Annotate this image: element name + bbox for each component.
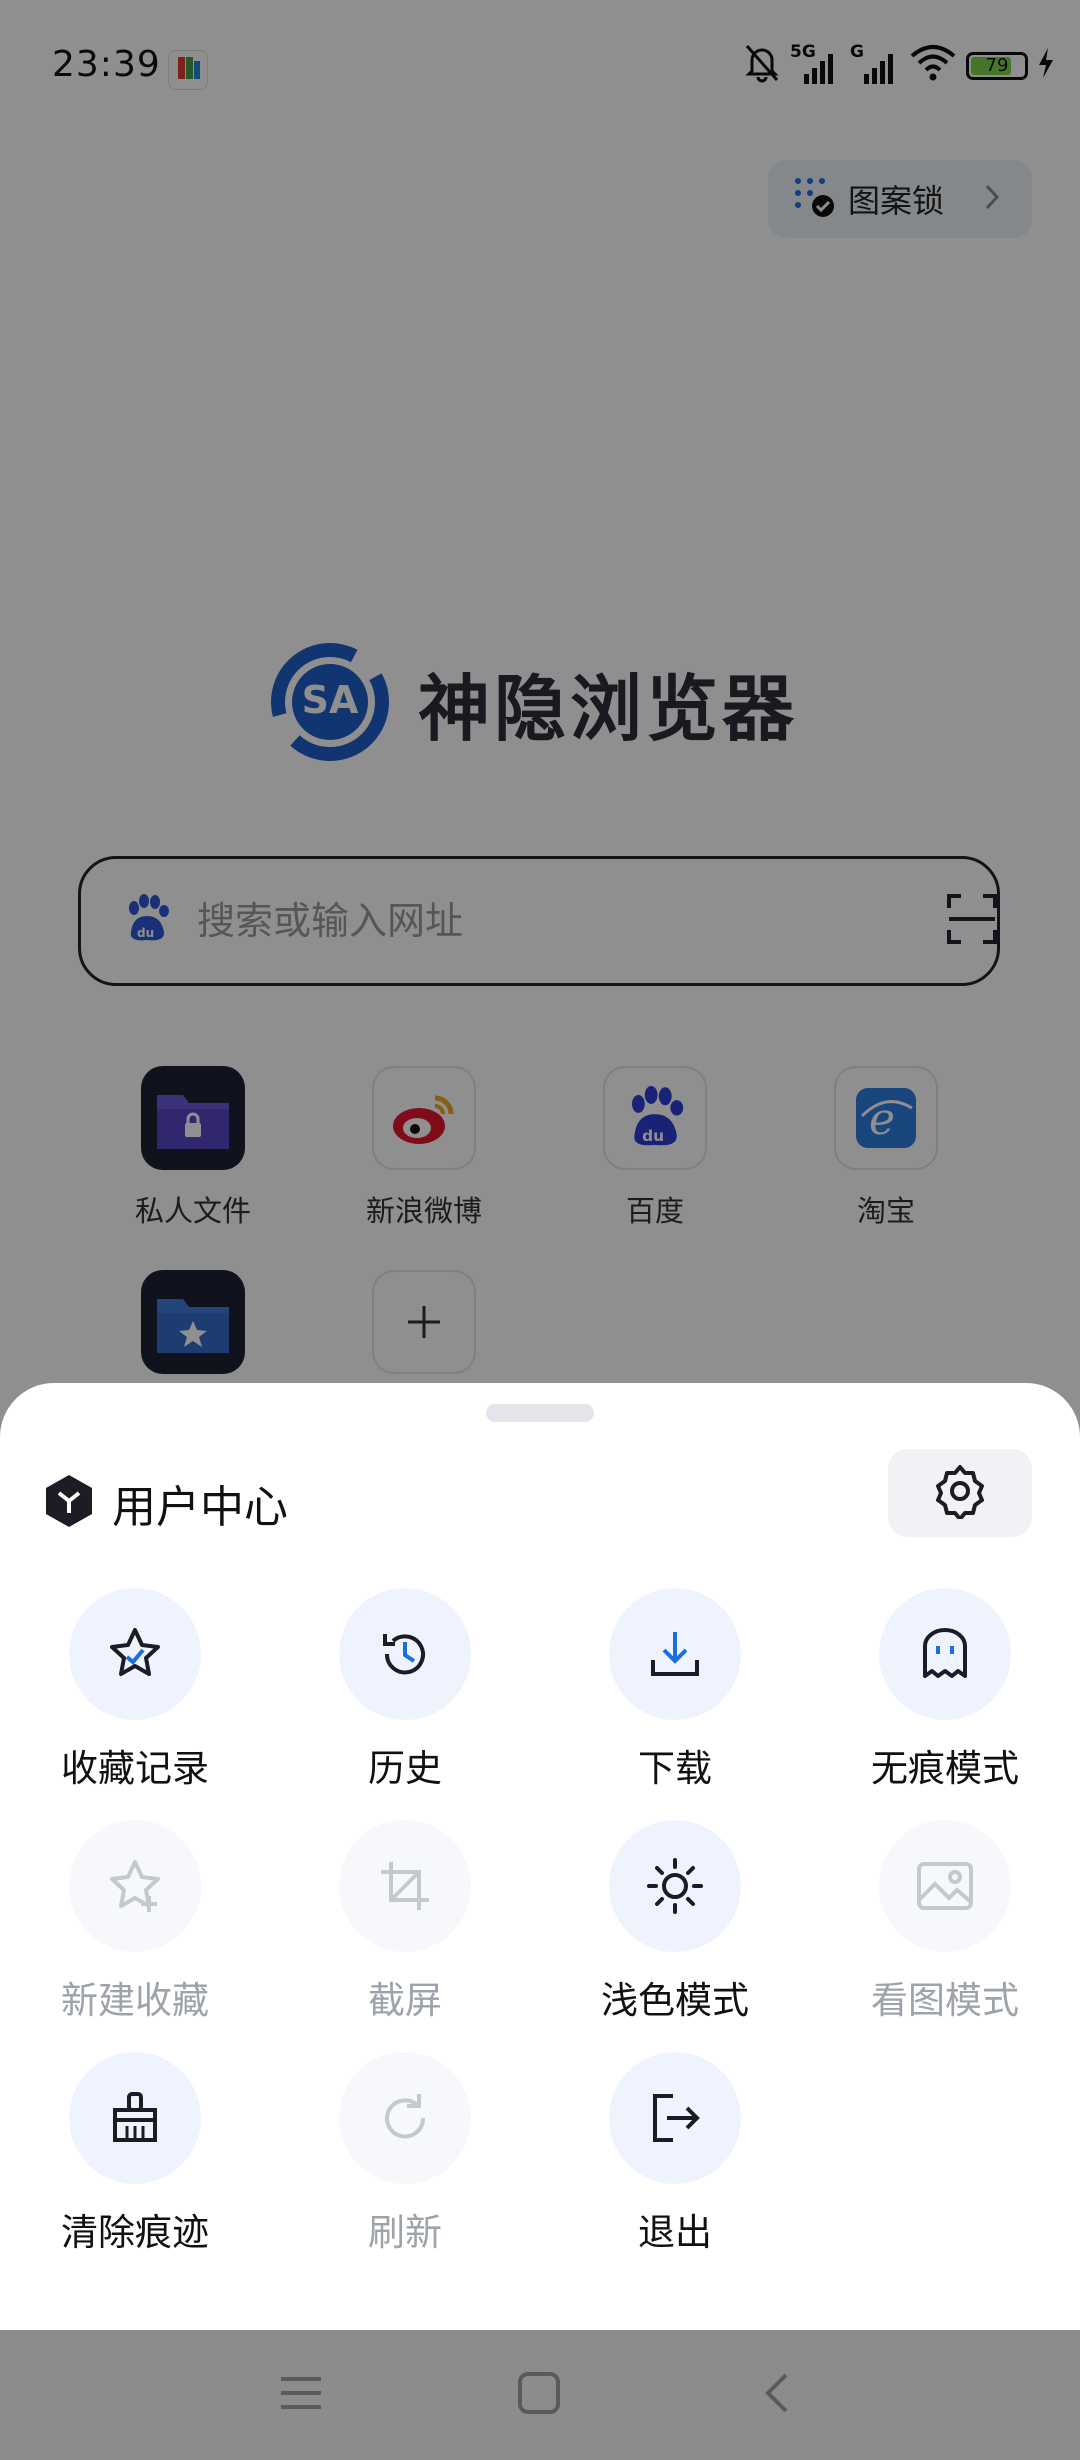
star-plus-icon [69,1820,201,1952]
image-mode-button[interactable]: 看图模式 [810,1820,1080,2024]
history-button[interactable]: 历史 [270,1588,540,1792]
menu-item-label: 新建收藏 [61,1979,209,2022]
user-center-sheet: 用户中心 收藏记录 历史 下载 无痕模式 新建收藏 截屏 浅色模式 看图模式 清… [0,1383,1080,2330]
incognito-mode-button[interactable]: 无痕模式 [810,1588,1080,1792]
menu-nav-button[interactable] [276,2370,326,2420]
exit-button[interactable]: 退出 [540,2052,810,2256]
gear-icon [932,1463,988,1523]
download-icon [609,1588,741,1720]
menu-item-label: 退出 [638,2211,712,2254]
screenshot-button[interactable]: 截屏 [270,1820,540,2024]
favorites-record-button[interactable]: 收藏记录 [0,1588,270,1792]
clear-traces-button[interactable]: 清除痕迹 [0,2052,270,2256]
download-button[interactable]: 下载 [540,1588,810,1792]
menu-item-label: 浅色模式 [601,1979,749,2022]
menu-lines-icon [279,2373,323,2417]
light-mode-button[interactable]: 浅色模式 [540,1820,810,2024]
settings-button[interactable] [888,1449,1032,1537]
star-check-icon [69,1588,201,1720]
drag-handle[interactable] [486,1404,594,1422]
menu-item-label: 下载 [638,1747,712,1790]
system-nav-bar [0,2330,1080,2460]
crop-icon [339,1820,471,1952]
menu-item-label: 刷新 [368,2211,442,2254]
sun-icon [609,1820,741,1952]
history-icon [339,1588,471,1720]
image-icon [879,1820,1011,1952]
new-favorite-button[interactable]: 新建收藏 [0,1820,270,2024]
refresh-icon [339,2052,471,2184]
menu-item-label: 清除痕迹 [61,2211,209,2254]
sheet-header: 用户中心 [44,1471,288,1535]
refresh-button[interactable]: 刷新 [270,2052,540,2256]
ghost-icon [879,1588,1011,1720]
exit-icon [609,2052,741,2184]
sheet-title: 用户中心 [112,1482,288,1533]
user-cube-icon [44,1473,94,1533]
menu-item-label: 历史 [368,1747,442,1790]
back-nav-button[interactable] [752,2370,802,2420]
menu-item-label: 看图模式 [871,1979,1019,2022]
menu-item-label: 收藏记录 [61,1747,209,1790]
home-nav-button[interactable] [514,2370,564,2420]
back-chevron-icon [762,2371,792,2419]
menu-item-label: 无痕模式 [871,1747,1019,1790]
home-square-icon [517,2371,561,2419]
menu-item-label: 截屏 [368,1979,442,2022]
broom-icon [69,2052,201,2184]
